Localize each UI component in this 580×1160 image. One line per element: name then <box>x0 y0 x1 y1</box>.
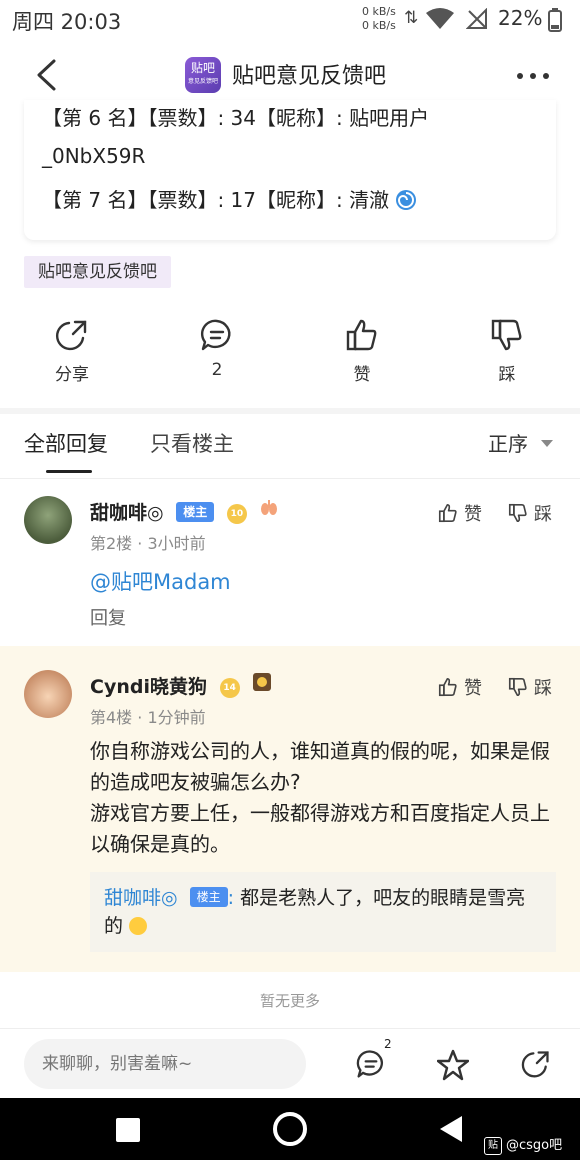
mention-link[interactable]: @贴吧Madam <box>90 566 231 596</box>
swirl-emoji-icon <box>396 190 417 210</box>
status-time: 周四 20:03 <box>12 10 122 34</box>
active-tab-indicator <box>46 470 92 473</box>
no-sim-icon <box>466 8 487 29</box>
share-button[interactable]: 分享 <box>32 318 112 385</box>
reply-item: 甜咖啡◎ 楼主 10 第2楼 · 3小时前 赞 踩 @贴吧Madam 回复 <box>0 480 580 646</box>
tabs-divider <box>0 478 580 479</box>
battery-percent: 22% <box>498 6 543 30</box>
post-line: _0NbX59R <box>42 144 146 168</box>
watermark-icon: 贴 <box>484 1137 502 1155</box>
comment-icon[interactable] <box>356 1049 386 1079</box>
home-icon[interactable] <box>273 1112 307 1146</box>
like-label: 赞 <box>353 365 371 385</box>
sort-dropdown[interactable]: 正序 <box>488 428 528 457</box>
sun-badge-icon <box>253 673 272 691</box>
thumbs-down-icon <box>508 677 527 697</box>
caret-down-icon[interactable] <box>541 440 553 447</box>
like-label: 赞 <box>464 678 482 699</box>
share-icon[interactable] <box>521 1049 551 1079</box>
avatar[interactable] <box>24 670 72 718</box>
thumbs-down-icon <box>508 503 527 523</box>
watermark: 贴 @csgo吧 <box>484 1134 562 1155</box>
dislike-label: 踩 <box>498 365 516 385</box>
reply-dislike-button[interactable]: 踩 <box>508 500 552 526</box>
reply-username-row: Cyndi晓黄狗 14 <box>90 672 272 699</box>
post-content-card: 【第 6 名】【票数】: 34【昵称】: 贴吧用户 _0NbX59R 【第 7 … <box>24 100 556 240</box>
thumbs-up-icon <box>346 319 377 351</box>
post-line-text: 【第 7 名】【票数】: 17【昵称】: 清澈 <box>42 188 390 212</box>
system-nav-bar: 贴 @csgo吧 <box>0 1098 580 1160</box>
username[interactable]: 甜咖啡◎ <box>90 502 164 524</box>
network-speed: 0 kB/s 0 kB/s <box>362 5 396 33</box>
forum-logo-subtext: 意见反馈吧 <box>187 78 218 85</box>
status-bar: 周四 20:03 0 kB/s 0 kB/s ⇅ 22% <box>0 0 580 42</box>
reply-like-button[interactable]: 赞 <box>438 674 482 700</box>
share-label: 分享 <box>55 365 89 385</box>
forum-title[interactable]: 贴吧意见反馈吧 <box>232 58 386 90</box>
reply-item: Cyndi晓黄狗 14 第4楼 · 1分钟前 赞 踩 你自称游戏公司的人，谁知道… <box>0 646 580 972</box>
comment-input[interactable] <box>24 1039 306 1089</box>
username[interactable]: Cyndi晓黄狗 <box>90 676 207 698</box>
forum-logo[interactable]: 贴吧 意见反馈吧 <box>185 57 221 93</box>
thumbs-up-icon <box>438 677 457 697</box>
reply-dislike-button[interactable]: 踩 <box>508 674 552 700</box>
post-actions: 分享 2 赞 踩 <box>0 318 580 398</box>
battery-icon <box>548 8 562 32</box>
bottom-input-bar: 2 <box>0 1028 580 1098</box>
thumbs-down-icon <box>491 319 522 351</box>
top-header: 贴吧 意见反馈吧 贴吧意见反馈吧 <box>0 42 580 108</box>
sub-reply-username[interactable]: 甜咖啡◎ <box>104 887 178 909</box>
net-up: 0 kB/s <box>362 5 396 18</box>
back-icon[interactable] <box>34 58 58 92</box>
star-icon[interactable] <box>437 1049 469 1081</box>
reply-action-link[interactable]: 回复 <box>90 604 126 630</box>
tab-all-replies[interactable]: 全部回复 <box>24 428 108 458</box>
like-label: 赞 <box>464 504 482 525</box>
comment-count-badge: 2 <box>384 1037 392 1051</box>
reply-username-row: 甜咖啡◎ 楼主 10 <box>90 498 279 525</box>
host-badge: 楼主 <box>176 502 215 522</box>
reply-content: 你自称游戏公司的人，谁知道真的假的呢，如果是假的造成吧友被骗怎么办? 游戏官方要… <box>90 739 550 856</box>
smile-emoji-icon <box>129 917 148 935</box>
reply-like-button[interactable]: 赞 <box>438 500 482 526</box>
reply-meta: 第2楼 · 3小时前 <box>90 534 206 553</box>
tab-op-only[interactable]: 只看楼主 <box>150 428 234 458</box>
net-down: 0 kB/s <box>362 19 396 32</box>
level-badge: 14 <box>219 678 240 698</box>
back-triangle-icon[interactable] <box>440 1116 462 1142</box>
dislike-label: 踩 <box>534 678 552 699</box>
host-badge: 楼主 <box>189 887 228 907</box>
like-button[interactable]: 赞 <box>322 318 402 385</box>
sub-reply[interactable]: 甜咖啡◎ 楼主: 都是老熟人了，吧友的眼睛是雪亮的 <box>90 872 556 952</box>
post-line: 【第 7 名】【票数】: 17【昵称】: 清澈 <box>42 184 417 213</box>
dislike-button[interactable]: 踩 <box>467 318 547 385</box>
post-line: 【第 6 名】【票数】: 34【昵称】: 贴吧用户 <box>42 106 430 130</box>
wifi-icon <box>426 8 454 29</box>
level-badge: 10 <box>226 504 247 524</box>
dislike-label: 踩 <box>534 504 552 525</box>
no-more-text: 暂无更多 <box>259 992 320 1010</box>
share-icon <box>56 320 87 351</box>
avatar[interactable] <box>24 496 72 544</box>
reply-meta: 第4楼 · 1分钟前 <box>90 708 206 727</box>
forum-logo-text: 贴吧 <box>190 61 215 75</box>
lungs-badge-icon <box>261 500 278 515</box>
section-divider <box>0 408 580 414</box>
forum-tag[interactable]: 贴吧意见反馈吧 <box>24 256 171 288</box>
more-icon[interactable] <box>516 72 550 80</box>
sub-reply-colon: : <box>227 887 235 909</box>
comment-count: 2 <box>211 360 223 380</box>
comment-button[interactable]: 2 <box>177 318 257 380</box>
data-arrows-icon: ⇅ <box>404 8 419 28</box>
recents-icon[interactable] <box>116 1118 140 1142</box>
thumbs-up-icon <box>438 503 457 523</box>
comment-icon <box>200 319 231 351</box>
watermark-text: @csgo吧 <box>506 1138 563 1153</box>
